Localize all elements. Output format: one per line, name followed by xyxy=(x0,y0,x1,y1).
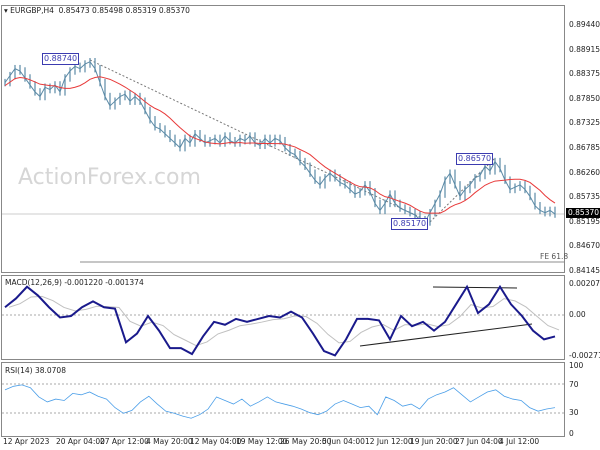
ohlc-values: 0.85473 0.85498 0.85319 0.85370 xyxy=(58,6,190,15)
date-axis-label: 20 Apr 04:00 xyxy=(56,437,105,446)
rsi-panel xyxy=(1,362,565,437)
rsi-axis-30: 30 xyxy=(569,408,579,417)
watermark: ActionForex.com xyxy=(18,165,201,190)
swing-label: 0.86570 xyxy=(456,153,494,165)
macd-rising-trendline xyxy=(359,323,533,347)
rsi-axis-0: 0 xyxy=(569,429,574,438)
chart-canvas xyxy=(1,5,565,437)
current-price-tag: 0.85370 xyxy=(566,208,600,218)
date-axis-label: 12 Jun 12:00 xyxy=(365,437,413,446)
date-axis-label: 27 Apr 12:00 xyxy=(100,437,149,446)
price-axis-label: 0.85735 xyxy=(569,192,600,202)
rsi-label: RSI(14) 38.0708 xyxy=(5,366,66,375)
price-axis-label: 0.84145 xyxy=(569,266,600,275)
date-axis-label: 4 Jul 12:00 xyxy=(499,437,540,446)
price-axis-label: 0.89440 xyxy=(569,20,600,29)
macd-line xyxy=(4,284,556,357)
price-axis-label: 0.85195 xyxy=(569,216,600,226)
macd-signal-line xyxy=(8,295,560,347)
fe-label: FE 61.8 xyxy=(540,252,569,261)
macd-axis-zero: 0.00 xyxy=(569,310,586,319)
date-axis-label: 12 May 04:00 xyxy=(190,437,242,446)
moving-average-line xyxy=(4,76,556,214)
macd-axis-bottom: -0.002716 xyxy=(569,351,600,360)
rsi-axis-70: 70 xyxy=(569,380,579,389)
symbol-header: ▾ EURGBP,H4 0.85473 0.85498 0.85319 0.85… xyxy=(4,6,190,15)
date-axis-label: 5 Jun 04:00 xyxy=(322,437,365,446)
date-axis-label: 19 Jun 20:00 xyxy=(410,437,458,446)
price-axis-label: 0.88375 xyxy=(569,69,600,79)
date-axis-label: 12 Apr 2023 xyxy=(3,437,50,446)
price-axis-label: 0.86260 xyxy=(569,167,600,177)
date-axis-label: 4 May 20:00 xyxy=(146,437,193,446)
price-axis-label: 0.86785 xyxy=(569,143,600,152)
macd-top-trendline xyxy=(432,286,518,289)
rsi-axis-100: 100 xyxy=(569,361,584,370)
macd-label: MACD(12,26,9) -0.001220 -0.001374 xyxy=(5,278,144,287)
price-axis-label: 0.87325 xyxy=(569,118,600,128)
low-label: 0.85170 xyxy=(391,218,429,230)
macd-panel xyxy=(1,275,565,360)
price-axis-label: 0.88915 xyxy=(569,44,600,54)
price-axis-label: 0.87850 xyxy=(569,93,600,103)
date-axis-label: 27 Jun 04:00 xyxy=(455,437,503,446)
price-panel xyxy=(1,5,565,273)
price-axis-label: 0.84670 xyxy=(569,241,600,251)
macd-axis-top: 0.002074 xyxy=(569,279,600,288)
symbol: EURGBP,H4 xyxy=(10,6,54,15)
high-label: 0.88740 xyxy=(42,53,80,65)
